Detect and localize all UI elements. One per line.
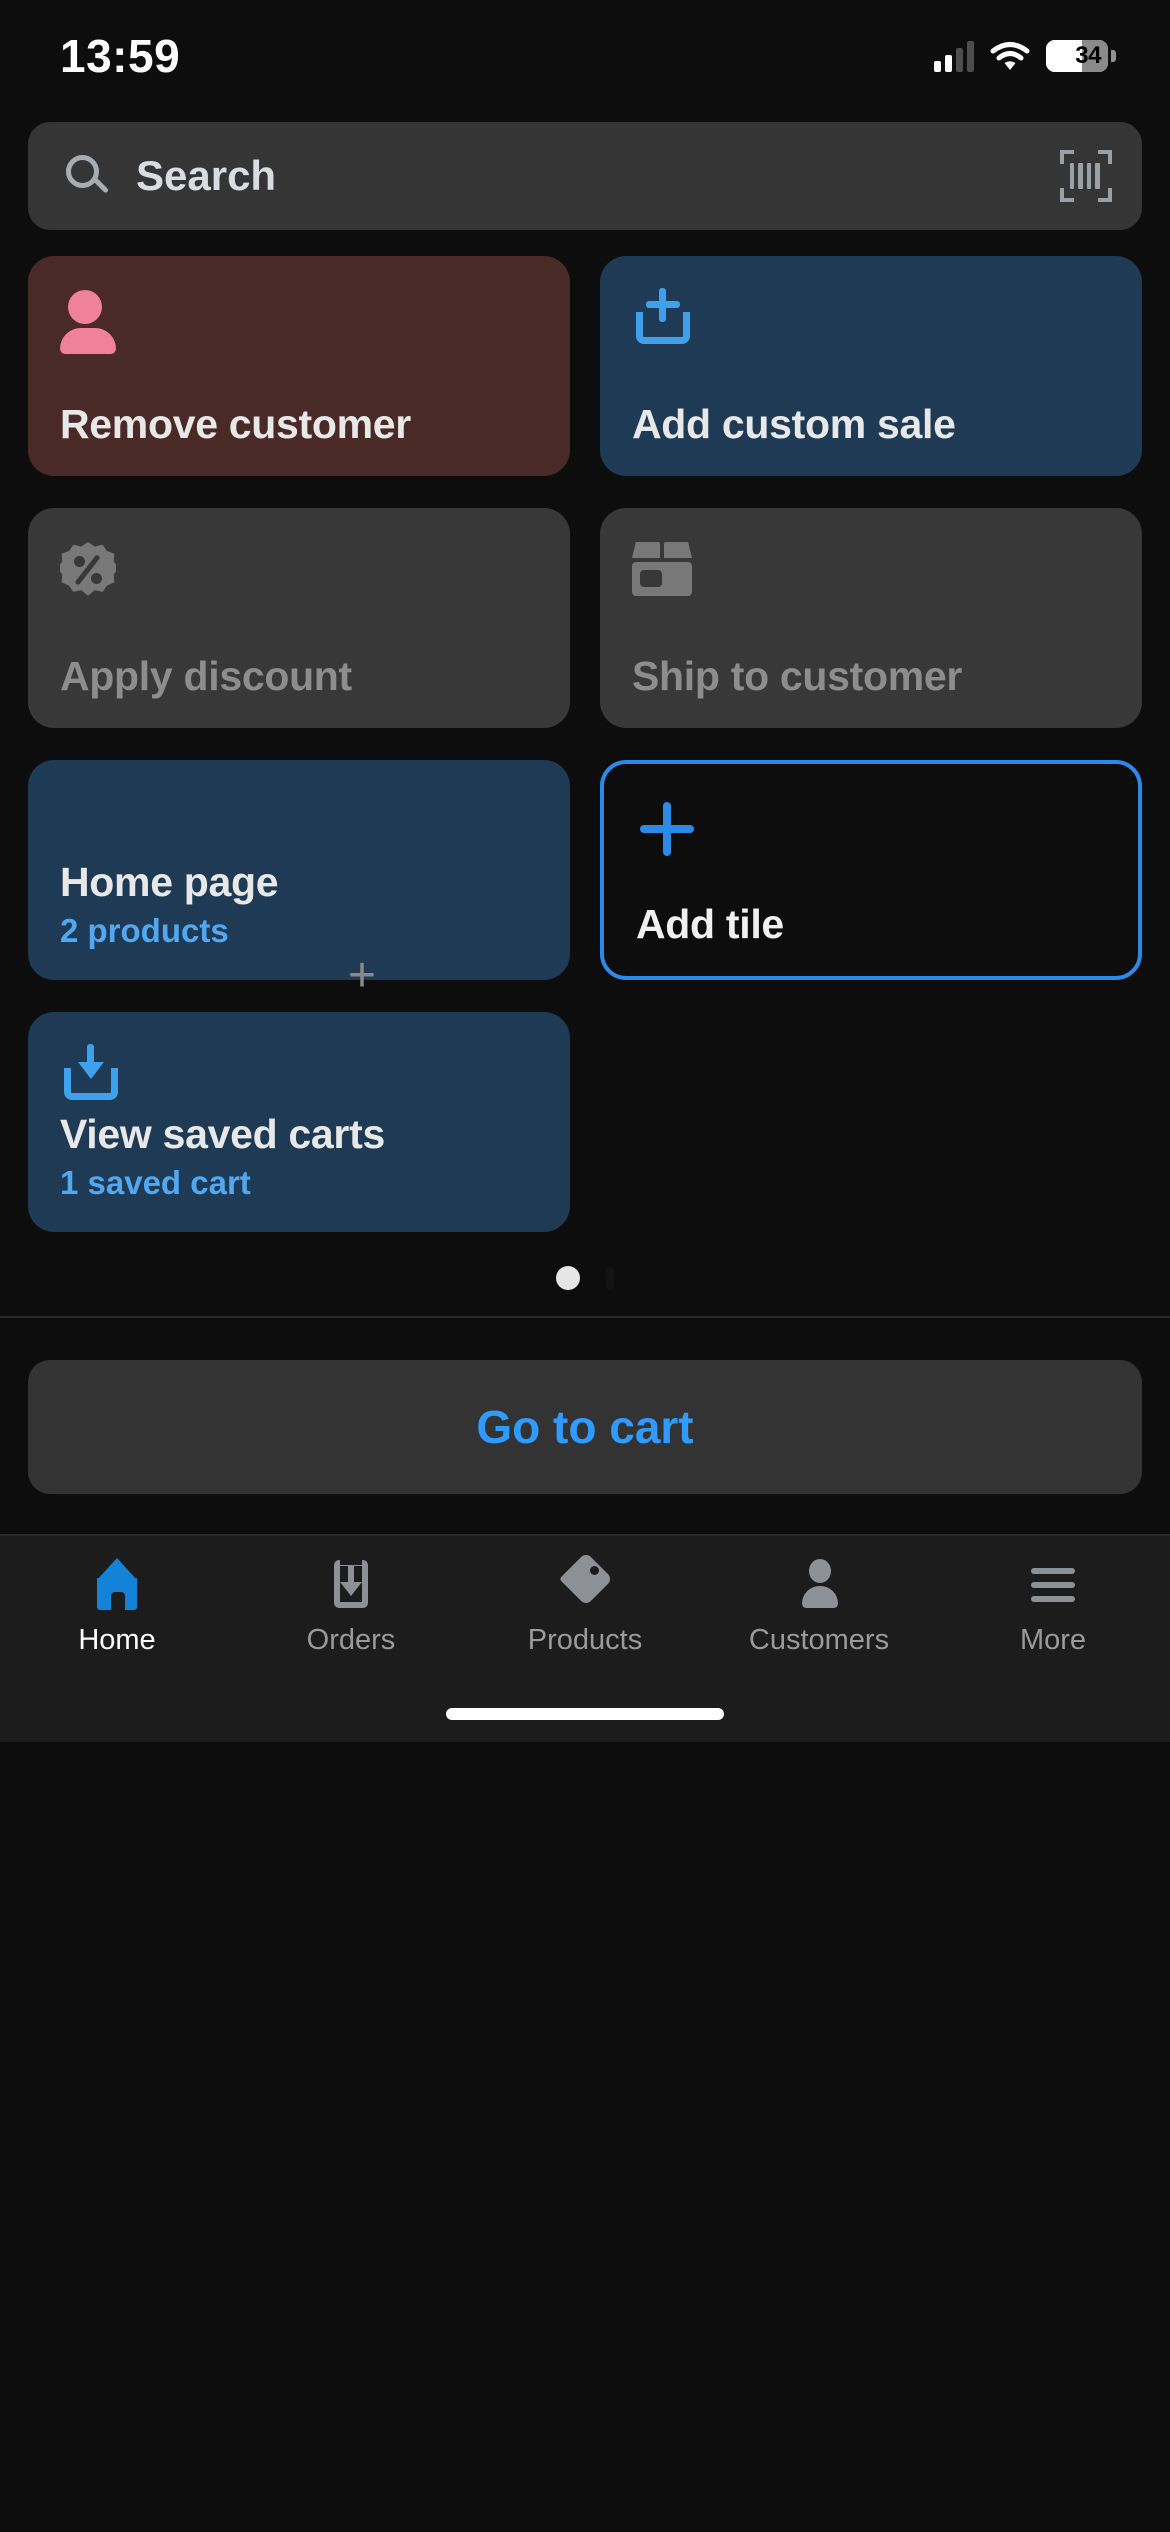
tile-add-tile[interactable]: Add tile [600, 760, 1142, 980]
tile-label: View saved carts [60, 1110, 385, 1157]
app-screen: 13:59 34 Search Remove customer Add cust… [0, 0, 1170, 2532]
home-indicator[interactable] [446, 1708, 724, 1720]
wifi-icon [990, 42, 1030, 70]
tile-home-page[interactable]: Home page 2 products [28, 760, 570, 980]
page-dot[interactable] [606, 1267, 614, 1289]
person-icon [791, 1558, 847, 1610]
nav-item-home[interactable]: Home [0, 1558, 234, 1657]
tile-drag-handle-icon[interactable]: + [348, 952, 376, 1000]
tile-sublabel: 1 saved cart [60, 1164, 251, 1201]
status-bar-time: 13:59 [60, 30, 181, 82]
go-to-cart-label: Go to cart [476, 1401, 694, 1453]
download-tray-icon [60, 1044, 122, 1104]
hamburger-menu-icon [1025, 1558, 1081, 1610]
cart-button-container: Go to cart [0, 1318, 1170, 1534]
go-to-cart-button[interactable]: Go to cart [28, 1360, 1142, 1494]
tile-icon [636, 798, 1106, 860]
barcode-scanner-icon[interactable] [1060, 150, 1112, 202]
cellular-signal-icon [934, 40, 974, 72]
nav-label: Home [78, 1624, 156, 1656]
tile-label: Add tile [636, 900, 784, 947]
search-input[interactable]: Search [136, 152, 1034, 200]
tag-icon [557, 1552, 613, 1610]
nav-label: Products [527, 1624, 643, 1656]
plus-icon [636, 798, 698, 860]
tile-apply-discount: Apply discount [28, 508, 570, 728]
tile-icon [60, 290, 538, 354]
tile-label: Remove customer [60, 400, 411, 447]
tile-view-saved-carts[interactable]: View saved carts 1 saved cart [28, 1012, 570, 1232]
tile-icon-empty [60, 794, 538, 856]
person-icon [60, 290, 116, 354]
tiles-grid-container: Remove customer Add custom sale Apply di… [0, 230, 1170, 1298]
tile-add-custom-sale[interactable]: Add custom sale [600, 256, 1142, 476]
percent-badge-icon [60, 542, 116, 598]
tile-remove-customer[interactable]: Remove customer [28, 256, 570, 476]
tile-icon [60, 1044, 538, 1108]
nav-label: More [1019, 1624, 1087, 1656]
tile-label: Apply discount [60, 652, 352, 699]
tile-sublabel: 2 products [60, 912, 229, 949]
status-bar-indicators: 34 [934, 40, 1116, 72]
status-bar: 13:59 34 [0, 0, 1170, 112]
home-indicator-container [0, 1686, 1170, 1742]
battery-icon: 34 [1046, 40, 1116, 72]
add-to-tray-icon [632, 288, 694, 348]
tile-label: Ship to customer [632, 652, 963, 699]
package-box-icon [632, 542, 692, 596]
tile-ship-to-customer: Ship to customer [600, 508, 1142, 728]
nav-label: Orders [306, 1624, 396, 1656]
tiles-grid: Remove customer Add custom sale Apply di… [28, 256, 1142, 1232]
home-icon [89, 1558, 145, 1610]
nav-item-orders[interactable]: Orders [234, 1555, 468, 1657]
battery-level-label: 34 [1075, 42, 1101, 69]
orders-box-icon [323, 1555, 379, 1610]
search-icon [64, 153, 110, 199]
search-bar-container: Search [0, 112, 1170, 230]
nav-item-more[interactable]: More [936, 1558, 1170, 1657]
search-bar[interactable]: Search [28, 122, 1142, 230]
nav-label: Customers [748, 1624, 890, 1656]
page-indicator [28, 1258, 1142, 1298]
tile-icon [632, 542, 1110, 604]
nav-item-customers[interactable]: Customers [702, 1558, 936, 1657]
tile-icon [632, 288, 1110, 352]
tile-label: Add custom sale [632, 400, 956, 447]
bottom-navigation-bar: Home Orders Products Customers More [0, 1534, 1170, 1686]
tile-icon [60, 542, 538, 604]
tile-label: Home page [60, 858, 279, 905]
nav-item-products[interactable]: Products [468, 1552, 702, 1657]
page-dot-active[interactable] [556, 1266, 580, 1290]
